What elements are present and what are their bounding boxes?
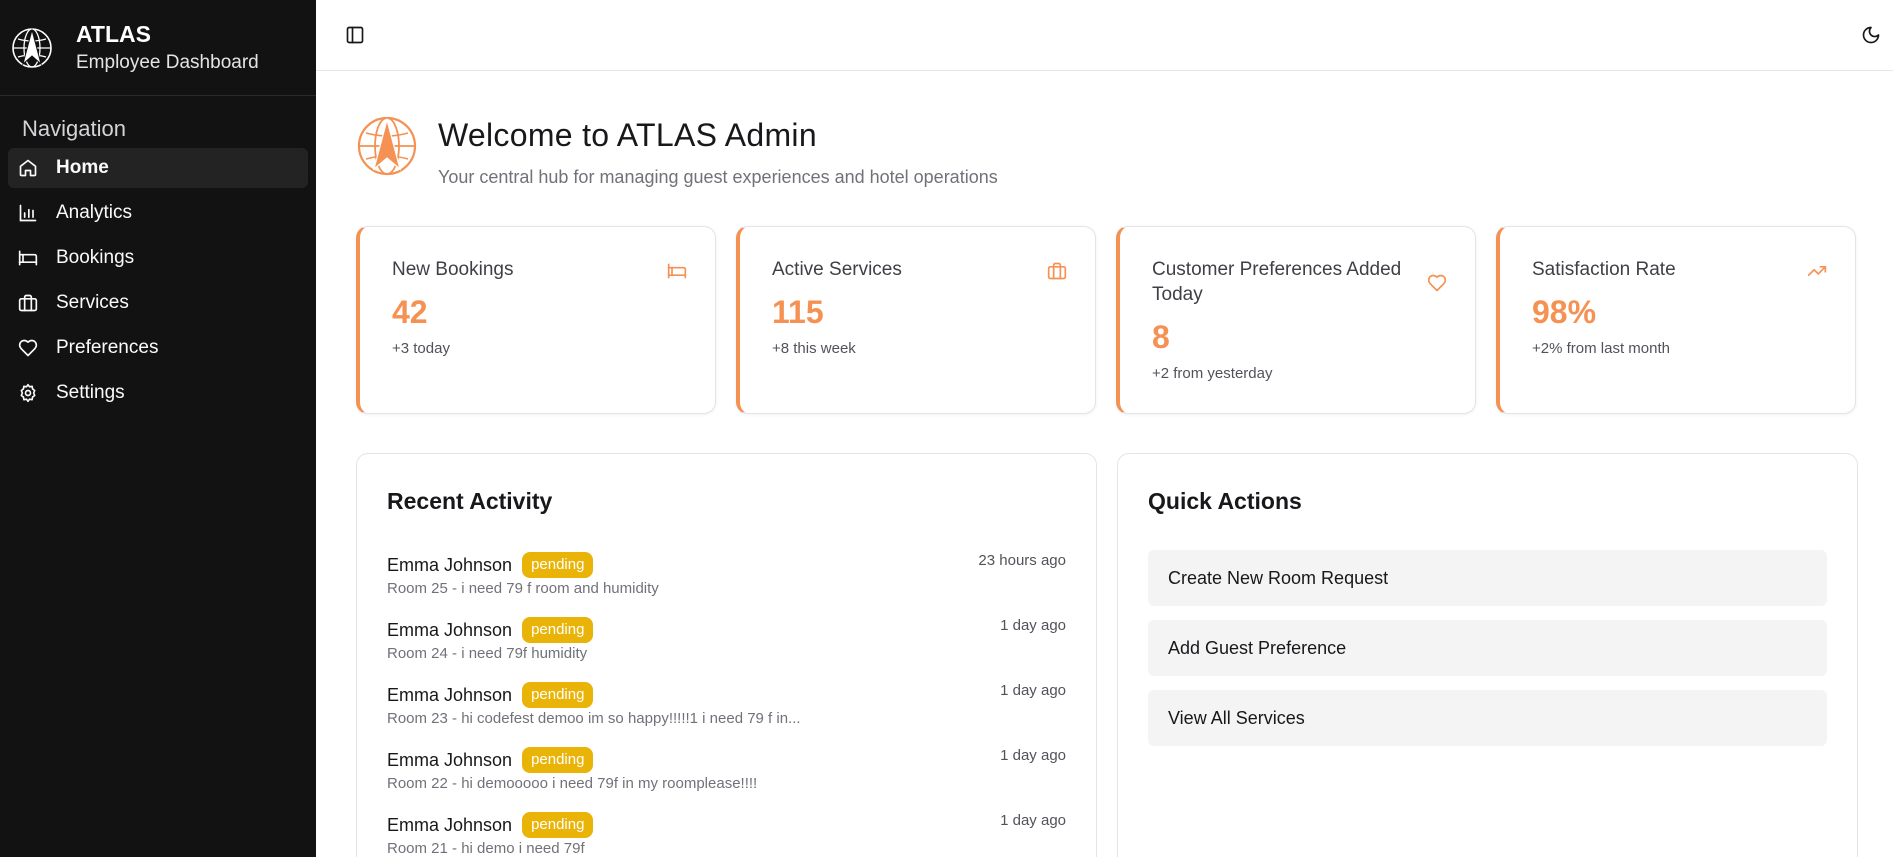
stat-label: Active Services <box>772 259 902 280</box>
sidebar-item-label: Settings <box>56 382 125 403</box>
stat-value: 8 <box>1152 319 1170 355</box>
sidebar-item-settings[interactable]: Settings <box>8 373 308 413</box>
trending-up-icon <box>1807 266 1827 276</box>
topbar <box>316 0 1893 71</box>
theme-toggle-button[interactable] <box>1857 21 1885 49</box>
stat-note: +8 this week <box>772 340 856 357</box>
activity-timestamp: 1 day ago <box>1000 617 1066 634</box>
sidebar-item-label: Analytics <box>56 202 133 223</box>
page-subtitle: Your central hub for managing guest expe… <box>438 167 998 187</box>
stat-label: Satisfaction Rate <box>1532 259 1676 280</box>
list-item[interactable]: Emma Johnson pending Room 23 - hi codefe… <box>387 680 1066 745</box>
activity-description: Room 21 - hi demo i need 79f <box>387 840 585 857</box>
activity-list: Emma Johnson pending Room 25 - i need 79… <box>387 550 1066 857</box>
sidebar-item-analytics[interactable]: Analytics <box>8 193 308 233</box>
bed-icon <box>667 263 687 279</box>
nav-heading: Navigation <box>22 116 126 141</box>
quick-actions-panel: Quick Actions Create New Room Request Ad… <box>1117 453 1858 857</box>
atlas-logo-icon <box>12 27 52 68</box>
sidebar-item-label: Home <box>56 157 109 178</box>
stat-value: 42 <box>392 294 428 330</box>
stat-card-satisfaction-rate: Satisfaction Rate 98% +2% from last mont… <box>1496 226 1856 414</box>
home-icon <box>19 159 37 177</box>
brand-title: ATLAS <box>76 20 151 47</box>
activity-description: Room 23 - hi codefest demoo im so happy!… <box>387 710 801 727</box>
activity-description: Room 25 - i need 79 f room and humidity <box>387 580 659 597</box>
quick-actions-list: Create New Room Request Add Guest Prefer… <box>1148 550 1827 760</box>
list-item[interactable]: Emma Johnson pending Room 22 - hi demooo… <box>387 745 1066 810</box>
stat-card-active-services: Active Services 115 +8 this week <box>736 226 1096 414</box>
status-badge: pending <box>522 682 594 708</box>
status-badge: pending <box>522 552 594 578</box>
heart-icon <box>1427 274 1447 292</box>
sidebar-item-label: Preferences <box>56 337 159 358</box>
atlas-logo-icon <box>357 116 417 176</box>
page-title: Welcome to ATLAS Admin <box>438 117 817 153</box>
panel-title: Recent Activity <box>387 488 553 514</box>
sidebar-toggle-button[interactable] <box>342 22 368 48</box>
stats-row: New Bookings 42 +3 today Active Services… <box>356 226 1856 414</box>
sidebar-item-services[interactable]: Services <box>8 283 308 323</box>
activity-timestamp: 1 day ago <box>1000 747 1066 764</box>
view-all-services-button[interactable]: View All Services <box>1148 690 1827 746</box>
main-content: Welcome to ATLAS Admin Your central hub … <box>316 71 1893 857</box>
sidebar-item-bookings[interactable]: Bookings <box>8 238 308 278</box>
activity-description: Room 24 - i need 79f humidity <box>387 645 588 662</box>
activity-timestamp: 1 day ago <box>1000 682 1066 699</box>
stat-label: New Bookings <box>392 259 514 280</box>
bed-icon <box>18 250 38 266</box>
recent-activity-panel: Recent Activity Emma Johnson pending Roo… <box>356 453 1097 857</box>
status-badge: pending <box>522 617 594 643</box>
brand-subtitle: Employee Dashboard <box>76 51 259 73</box>
panel-title: Quick Actions <box>1148 488 1302 514</box>
stat-note: +3 today <box>392 340 450 357</box>
activity-timestamp: 23 hours ago <box>978 552 1066 569</box>
sidebar-item-label: Bookings <box>56 247 135 268</box>
moon-icon <box>1862 26 1880 44</box>
guest-name: Emma Johnson <box>387 814 513 835</box>
activity-description: Room 22 - hi demooooo i need 79f in my r… <box>387 775 758 792</box>
status-badge: pending <box>522 747 594 773</box>
stat-note: +2% from last month <box>1532 340 1670 357</box>
briefcase-icon <box>1047 262 1067 280</box>
briefcase-icon <box>18 294 38 312</box>
create-room-request-button[interactable]: Create New Room Request <box>1148 550 1827 606</box>
list-item[interactable]: Emma Johnson pending Room 24 - i need 79… <box>387 615 1066 680</box>
activity-timestamp: 1 day ago <box>1000 812 1066 829</box>
stat-value: 98% <box>1532 294 1597 330</box>
add-guest-preference-button[interactable]: Add Guest Preference <box>1148 620 1827 676</box>
guest-name: Emma Johnson <box>387 554 513 575</box>
stat-value: 115 <box>772 294 824 330</box>
guest-name: Emma Johnson <box>387 619 513 640</box>
sidebar: ATLAS Employee Dashboard Navigation Home… <box>0 0 316 857</box>
sidebar-toggle-icon <box>346 26 364 44</box>
stat-card-customer-preferences: Customer Preferences Added Today 8 +2 fr… <box>1116 226 1476 414</box>
sidebar-item-home[interactable]: Home <box>8 148 308 188</box>
welcome-header: Welcome to ATLAS Admin Your central hub … <box>356 115 998 188</box>
stat-label: Customer Preferences Added Today <box>1152 259 1402 305</box>
sidebar-item-label: Services <box>56 292 129 313</box>
stat-card-new-bookings: New Bookings 42 +3 today <box>356 226 716 414</box>
status-badge: pending <box>522 812 594 838</box>
sidebar-item-preferences[interactable]: Preferences <box>8 328 308 368</box>
guest-name: Emma Johnson <box>387 684 513 705</box>
stat-note: +2 from yesterday <box>1152 365 1273 382</box>
gear-icon <box>20 383 36 403</box>
bar-chart-icon <box>19 204 37 222</box>
list-item[interactable]: Emma Johnson pending Room 21 - hi demo i… <box>387 810 1066 857</box>
list-item[interactable]: Emma Johnson pending Room 25 - i need 79… <box>387 550 1066 615</box>
brand-header: ATLAS Employee Dashboard <box>0 0 316 96</box>
heart-icon <box>18 339 38 357</box>
guest-name: Emma Johnson <box>387 749 513 770</box>
